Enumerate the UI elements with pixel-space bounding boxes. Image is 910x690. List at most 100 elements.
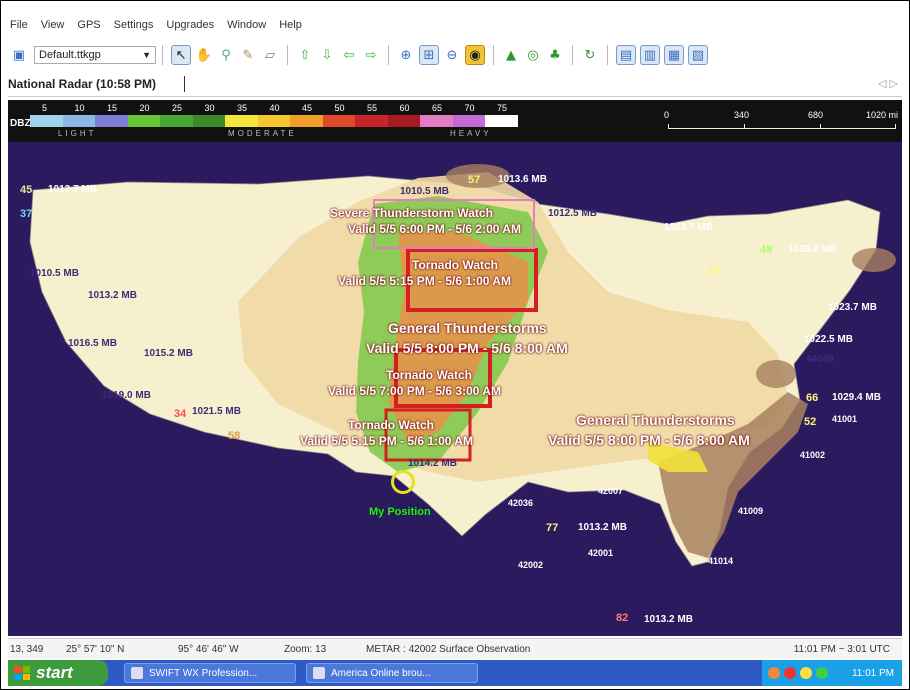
- dbz-color-swatch: [387, 115, 420, 127]
- watch-label: Tornado Watch: [348, 418, 434, 432]
- tray-icon[interactable]: [768, 667, 780, 679]
- tab-scroll-arrows[interactable]: ◁ ▷: [878, 77, 898, 90]
- pan-right-icon[interactable]: ⇨: [362, 46, 380, 64]
- buoy-label[interactable]: 42002: [518, 560, 543, 570]
- time-range: 11:01 PM ~ 3:01 UTC: [793, 643, 890, 655]
- pressure-label[interactable]: 1022.5 MB: [804, 334, 853, 345]
- menu-file[interactable]: File: [8, 18, 30, 36]
- waypoint-icon[interactable]: ▲: [502, 46, 520, 64]
- watch-label: Tornado Watch: [386, 368, 472, 382]
- pressure-label[interactable]: 1013.7 MB: [48, 184, 97, 195]
- map-tab-row: National Radar (10:58 PM) ◁ ▷: [8, 74, 902, 97]
- draw-pencil-icon[interactable]: ✎: [239, 46, 257, 64]
- temperature-label: 77: [546, 522, 559, 534]
- zoom-out-icon[interactable]: ⊖: [443, 46, 461, 64]
- scale-tick: [820, 124, 821, 129]
- dbz-tick-label: 65: [432, 103, 443, 113]
- pressure-label[interactable]: 1010.5 MB: [30, 268, 79, 279]
- pan-hand-icon[interactable]: ✋: [195, 46, 213, 64]
- pressure-label[interactable]: 1028.8 MB: [788, 244, 837, 255]
- dbz-color-swatch: [322, 115, 355, 127]
- pressure-label[interactable]: 1013.2 MB: [578, 522, 627, 533]
- tray-clock[interactable]: 11:01 PM: [852, 668, 902, 679]
- buoy-label[interactable]: 42036: [508, 498, 533, 508]
- watch-valid-time: Valid 5/5 5:15 PM - 5/6 1:00 AM: [338, 274, 511, 288]
- cursor-latitude: 25° 57' 10" N: [66, 643, 125, 655]
- pressure-label[interactable]: 1013.2 MB: [644, 614, 693, 625]
- tray-icon[interactable]: [816, 667, 828, 679]
- my-position-label: My Position: [369, 506, 431, 518]
- toolbar-separator: [572, 45, 573, 65]
- temperature-label: 52: [804, 416, 817, 428]
- map-settings-icon[interactable]: ▣: [10, 46, 28, 64]
- start-button[interactable]: start: [8, 660, 108, 686]
- toolbar-separator: [493, 45, 494, 65]
- band-light-label: LIGHT: [58, 129, 97, 138]
- tab-national-radar[interactable]: National Radar (10:58 PM): [8, 77, 156, 91]
- pan-down-icon[interactable]: ⇩: [318, 46, 336, 64]
- start-label: start: [36, 663, 73, 682]
- tray-icon[interactable]: [784, 667, 796, 679]
- zoom-tool-icon[interactable]: ⚲: [217, 46, 235, 64]
- pressure-label[interactable]: 1023.7 MB: [664, 222, 713, 233]
- scale-tick: [744, 124, 745, 129]
- target-icon[interactable]: ◎: [524, 46, 542, 64]
- menu-help[interactable]: Help: [277, 18, 304, 36]
- distance-scale-bar: [668, 128, 896, 129]
- view-three-icon[interactable]: ▦: [664, 45, 684, 65]
- layer-tree-icon[interactable]: ♣: [546, 46, 564, 64]
- buoy-label[interactable]: 42001: [588, 548, 613, 558]
- buoy-label[interactable]: 41009: [738, 506, 763, 516]
- menu-view[interactable]: View: [39, 18, 67, 36]
- menu-window[interactable]: Window: [225, 18, 268, 36]
- pan-left-icon[interactable]: ⇦: [340, 46, 358, 64]
- zoom-region-icon[interactable]: ⊞: [419, 45, 439, 65]
- center-gps-icon[interactable]: ◉: [465, 45, 485, 65]
- pressure-label[interactable]: 1021.5 MB: [192, 406, 241, 417]
- map-profile-select[interactable]: Default.ttkgp ▼: [34, 46, 156, 64]
- dbz-label: DBZ: [10, 118, 31, 129]
- scale-label-0: 0: [664, 110, 670, 120]
- my-position-marker[interactable]: [391, 470, 415, 494]
- pressure-label[interactable]: 1029.4 MB: [832, 392, 881, 403]
- dbz-tick-label: 30: [204, 103, 215, 113]
- view-one-icon[interactable]: ▤: [616, 45, 636, 65]
- buoy-label[interactable]: 41001: [832, 414, 857, 424]
- menu-settings[interactable]: Settings: [112, 18, 156, 36]
- taskbar-item-swift-wx[interactable]: SWIFT WX Profession...: [124, 663, 296, 683]
- temperature-label: 58: [228, 430, 241, 442]
- pressure-label[interactable]: 1019.0 MB: [102, 390, 151, 401]
- buoy-label[interactable]: 44009: [806, 354, 834, 365]
- buoy-label[interactable]: 42007: [598, 486, 623, 496]
- pressure-label[interactable]: 1016.5 MB: [68, 338, 117, 349]
- watch-label: Severe Thunderstorm Watch: [330, 206, 493, 220]
- measure-icon[interactable]: ▱: [261, 46, 279, 64]
- pressure-label[interactable]: 1014.2 MB: [408, 458, 457, 469]
- pressure-label[interactable]: 1013.6 MB: [498, 174, 547, 185]
- cursor-xy: 13, 349: [10, 643, 44, 655]
- menu-upgrades[interactable]: Upgrades: [164, 18, 216, 36]
- select-pointer-icon[interactable]: ↖: [171, 45, 191, 65]
- scale-tick: [895, 124, 896, 129]
- taskbar-item-aol-browser[interactable]: America Online brou...: [306, 663, 478, 683]
- view-two-icon[interactable]: ▥: [640, 45, 660, 65]
- temperature-label: 67: [708, 266, 721, 278]
- pressure-label[interactable]: 1010.5 MB: [400, 186, 449, 197]
- zoom-in-icon[interactable]: ⊕: [397, 46, 415, 64]
- pressure-label[interactable]: 1023.7 MB: [828, 302, 877, 313]
- pressure-label[interactable]: 1012.5 MB: [548, 208, 597, 219]
- pressure-label[interactable]: 1015.2 MB: [144, 348, 193, 359]
- tray-icon[interactable]: [800, 667, 812, 679]
- pressure-label[interactable]: 1013.2 MB: [88, 290, 137, 301]
- buoy-label[interactable]: 41002: [800, 450, 825, 460]
- dbz-color-swatch: [290, 115, 323, 127]
- menu-gps[interactable]: GPS: [75, 18, 102, 36]
- pan-up-icon[interactable]: ⇧: [296, 46, 314, 64]
- radar-map[interactable]: Severe Thunderstorm Watch Valid 5/5 6:00…: [8, 142, 902, 636]
- zoom-level: Zoom: 13: [284, 643, 327, 655]
- scale-label-1020: 1020 mi: [866, 110, 899, 120]
- refresh-icon[interactable]: ↻: [581, 46, 599, 64]
- app-icon: [313, 667, 325, 679]
- buoy-label[interactable]: 41014: [708, 556, 733, 566]
- view-four-icon[interactable]: ▧: [688, 45, 708, 65]
